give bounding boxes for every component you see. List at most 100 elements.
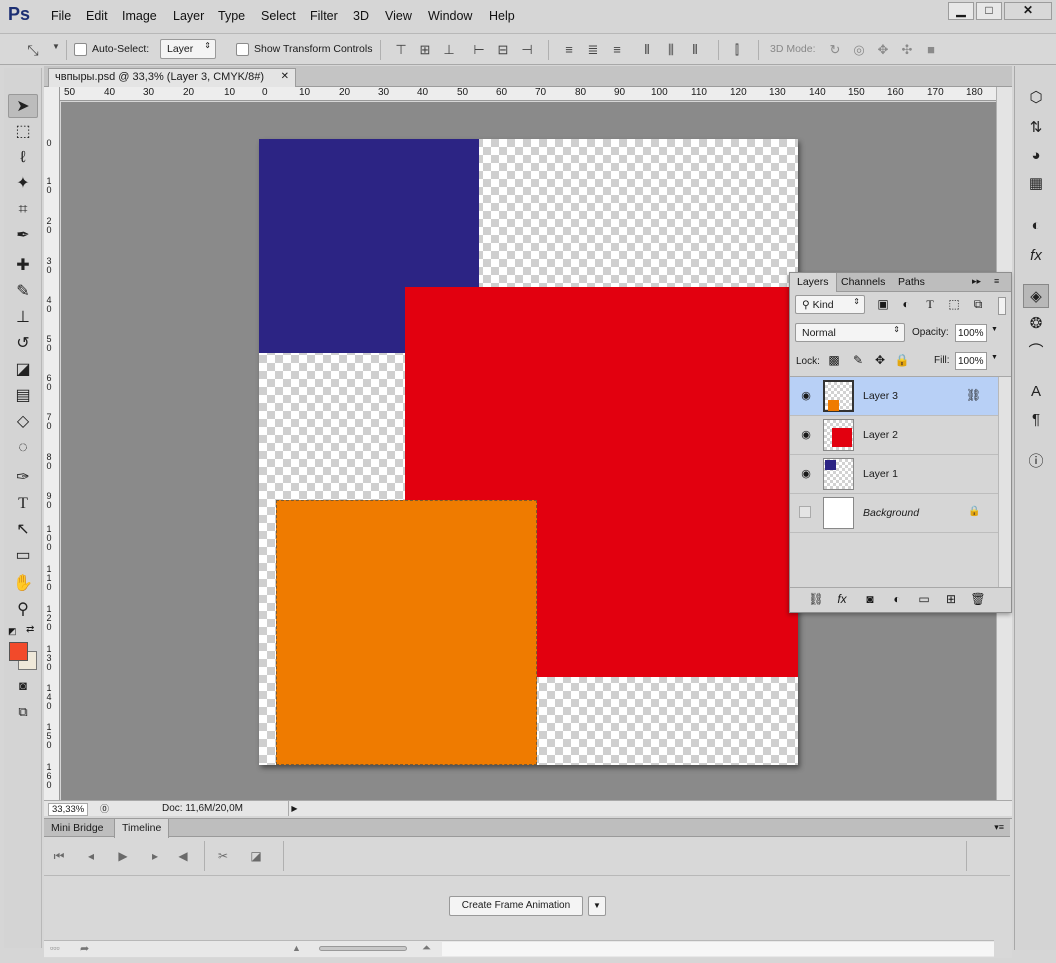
screen-mode-icon[interactable]: ⧉ xyxy=(8,700,38,724)
healing-brush-tool-icon[interactable]: ✚ xyxy=(8,254,38,278)
zoom-in-icon[interactable]: ⏶ xyxy=(422,942,431,955)
show-transform-checkbox[interactable] xyxy=(236,43,249,56)
character-panel-icon[interactable]: A xyxy=(1023,380,1049,404)
document-canvas[interactable] xyxy=(259,139,798,765)
fill-dropdown-icon[interactable]: ▼ xyxy=(991,354,998,361)
rectangle-tool-icon[interactable]: ▭ xyxy=(8,544,38,568)
lock-transparency-icon[interactable]: ▩ xyxy=(824,353,844,367)
default-colors-icon[interactable]: ◩ xyxy=(8,626,17,637)
close-tab-icon[interactable]: ✕ xyxy=(281,71,289,82)
layer-row-layer-3[interactable]: ◉ Layer 3 ⛓ xyxy=(790,377,998,416)
minimize-button[interactable]: ▁ xyxy=(948,2,974,20)
link-layers-icon[interactable]: ⛓ xyxy=(806,592,826,606)
swatches-panel-icon[interactable]: ▦ xyxy=(1023,172,1049,196)
create-frame-animation-button[interactable]: Create Frame Animation xyxy=(449,896,583,916)
tab-channels[interactable]: Channels xyxy=(834,273,892,292)
3d-drag-icon[interactable]: ✥ xyxy=(874,42,892,58)
tab-layers[interactable]: Layers xyxy=(790,273,837,292)
3d-panel-icon[interactable]: ⬡ xyxy=(1023,86,1049,110)
layer-name[interactable]: Layer 2 xyxy=(863,429,898,441)
visibility-eye-icon[interactable]: ◉ xyxy=(799,428,813,441)
distribute-bottom-icon[interactable]: ≡ xyxy=(608,42,626,57)
align-vcenter-icon[interactable]: ⊞ xyxy=(416,42,434,58)
3d-scale-icon[interactable]: ■ xyxy=(922,42,940,57)
layers-scrollbar[interactable] xyxy=(998,377,1011,587)
hand-tool-icon[interactable]: ✋ xyxy=(8,572,38,596)
layer-row-layer-1[interactable]: ◉ Layer 1 xyxy=(790,455,998,494)
transition-icon[interactable]: ◪ xyxy=(247,849,265,863)
align-hcenter-icon[interactable]: ⊟ xyxy=(494,42,512,58)
menu-image[interactable]: Image xyxy=(122,9,157,23)
fill-field[interactable]: 100% xyxy=(955,352,987,370)
next-frame-icon[interactable]: ▸ xyxy=(146,849,164,863)
3d-rotate-icon[interactable]: ↻ xyxy=(826,42,844,58)
foreground-color-swatch[interactable] xyxy=(9,642,28,661)
layer-row-background[interactable]: Background 🔒 xyxy=(790,494,998,533)
panel-menu-icon[interactable]: ▾≡ xyxy=(994,822,1004,833)
status-info-icon[interactable]: ⓪ xyxy=(100,802,109,815)
visibility-eye-icon[interactable]: ◉ xyxy=(799,389,813,402)
menu-type[interactable]: Type xyxy=(218,9,245,23)
auto-align-icon[interactable]: ⫿ xyxy=(728,42,746,58)
menu-help[interactable]: Help xyxy=(489,9,515,23)
move-tool-icon[interactable]: ⤡ xyxy=(24,42,42,59)
render-video-icon[interactable]: ➦ xyxy=(80,942,89,955)
status-menu-arrow-icon[interactable]: ▶ xyxy=(288,801,300,816)
distribute-left-icon[interactable]: ⫴ xyxy=(638,42,656,58)
filter-adjustment-icon[interactable]: ◐ xyxy=(896,297,916,311)
new-adjustment-layer-icon[interactable]: ◐ xyxy=(887,592,907,606)
distribute-top-icon[interactable]: ≡ xyxy=(560,42,578,57)
quick-mask-icon[interactable]: ◙ xyxy=(8,674,38,698)
dodge-tool-icon[interactable]: ◌ xyxy=(8,436,38,460)
menu-layer[interactable]: Layer xyxy=(173,9,204,23)
filter-toggle[interactable] xyxy=(998,297,1006,315)
audio-icon[interactable]: ◀ xyxy=(174,849,192,863)
lock-position-icon[interactable]: ✥ xyxy=(870,353,890,367)
new-layer-icon[interactable]: ⊞ xyxy=(941,592,961,606)
3d-slide-icon[interactable]: ✣ xyxy=(898,42,916,58)
visibility-eye-icon[interactable]: ◉ xyxy=(799,467,813,480)
go-to-first-frame-icon[interactable]: ⏮ xyxy=(50,849,68,864)
zoom-slider[interactable] xyxy=(319,946,407,951)
close-button[interactable]: ✕ xyxy=(1004,2,1052,20)
align-bottom-icon[interactable]: ⊥ xyxy=(440,42,458,58)
styles-panel-icon[interactable]: fx xyxy=(1023,244,1049,268)
zoom-level-field[interactable]: 33,33% xyxy=(48,803,88,816)
color-panel-icon[interactable]: ◕ xyxy=(1023,144,1049,168)
convert-frames-icon[interactable]: ▫▫▫ xyxy=(50,943,60,953)
history-panel-icon[interactable]: ⇅ xyxy=(1023,116,1049,140)
split-at-playhead-icon[interactable]: ✂ xyxy=(214,849,232,863)
lasso-tool-icon[interactable]: ℓ xyxy=(8,146,38,170)
menu-filter[interactable]: Filter xyxy=(310,9,338,23)
layer-3-shape[interactable] xyxy=(276,500,537,765)
collapse-panel-icon[interactable]: ▸▸ xyxy=(972,276,981,287)
play-icon[interactable]: ▶ xyxy=(114,849,132,863)
menu-select[interactable]: Select xyxy=(261,9,296,23)
timeline-scrollbar[interactable] xyxy=(442,942,994,956)
menu-view[interactable]: View xyxy=(385,9,412,23)
swap-colors-icon[interactable]: ⇄ xyxy=(26,624,34,635)
info-panel-icon[interactable]: ⓘ xyxy=(1023,450,1049,474)
delete-layer-icon[interactable]: 🗑 xyxy=(968,592,988,606)
menu-window[interactable]: Window xyxy=(428,9,472,23)
path-selection-tool-icon[interactable]: ↖ xyxy=(8,518,38,542)
gradient-tool-icon[interactable]: ▤ xyxy=(8,384,38,408)
align-left-icon[interactable]: ⊢ xyxy=(470,42,488,58)
filter-type-icon[interactable]: T xyxy=(920,297,940,312)
previous-frame-icon[interactable]: ◂ xyxy=(82,849,100,863)
opacity-dropdown-icon[interactable]: ▼ xyxy=(991,326,998,333)
filter-smart-object-icon[interactable]: ⧉ xyxy=(968,297,988,312)
lock-image-icon[interactable]: ✎ xyxy=(848,353,868,367)
layer-name[interactable]: Background xyxy=(863,507,919,519)
pen-tool-icon[interactable]: ✑ xyxy=(8,466,38,490)
lock-all-icon[interactable]: 🔒 xyxy=(892,353,912,367)
tool-preset-chevron-icon[interactable]: ▼ xyxy=(47,42,65,51)
align-top-icon[interactable]: ⊤ xyxy=(392,42,410,58)
opacity-field[interactable]: 100% xyxy=(955,324,987,342)
layer-name[interactable]: Layer 1 xyxy=(863,468,898,480)
blend-mode-dropdown[interactable]: Normal ⇕ xyxy=(795,323,905,342)
distribute-hcenter-icon[interactable]: ⫼ xyxy=(662,42,680,58)
quick-selection-tool-icon[interactable]: ✦ xyxy=(8,172,38,196)
channels-panel-icon[interactable]: ❂ xyxy=(1023,312,1049,336)
crop-tool-icon[interactable]: ⌗ xyxy=(8,198,38,222)
